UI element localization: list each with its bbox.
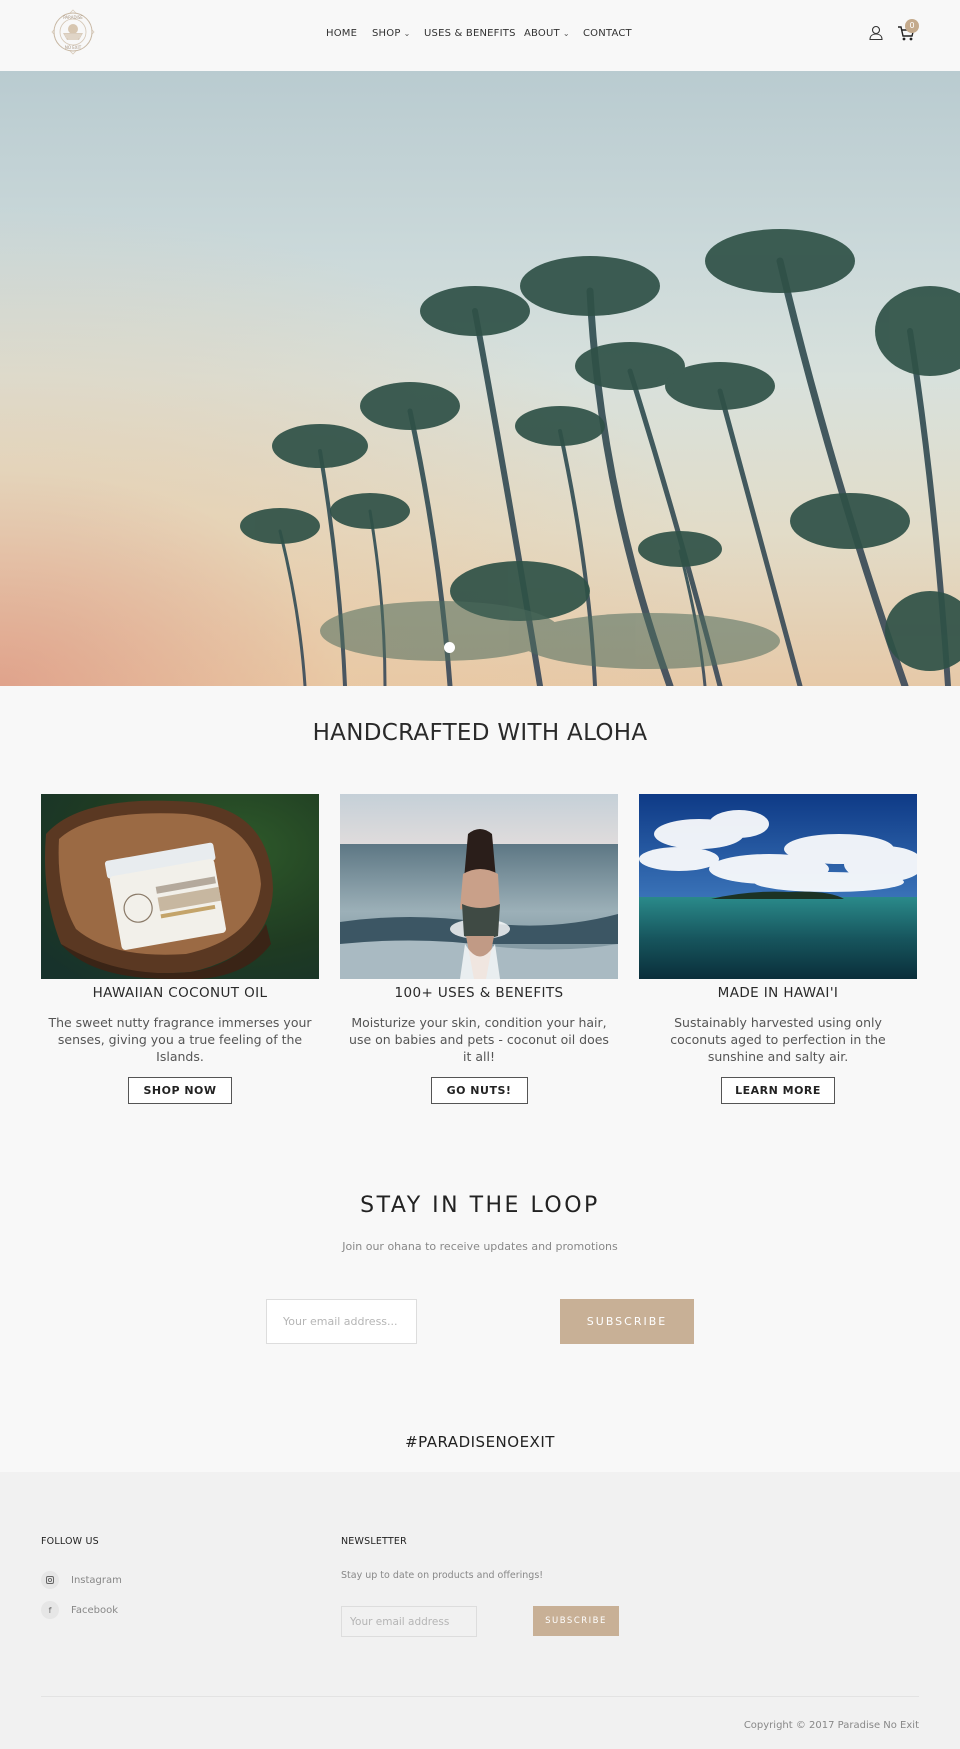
site-footer: FOLLOW US Instagram f Facebook NEWSLETTE… — [0, 1472, 960, 1749]
nav-shop-label: SHOP — [372, 28, 401, 39]
card-text: The sweet nutty fragrance immerses your … — [48, 1015, 312, 1064]
newsletter-subheading: Join our ohana to receive updates and pr… — [342, 1240, 618, 1253]
shop-now-button[interactable]: SHOP NOW — [128, 1077, 232, 1104]
social-link-instagram[interactable]: Instagram — [41, 1571, 122, 1589]
island-ocean-image — [639, 794, 917, 979]
instagram-icon — [41, 1571, 59, 1589]
nav-about[interactable]: ABOUT ⌄ — [524, 28, 570, 39]
svg-text:NO EXIT: NO EXIT — [65, 45, 82, 50]
chevron-down-icon: ⌄ — [562, 29, 570, 38]
follow-us-heading: FOLLOW US — [41, 1536, 99, 1547]
copyright-text: Copyright © 2017 Paradise No Exit — [743, 1720, 919, 1731]
palm-trees-image — [240, 229, 960, 686]
nav-contact[interactable]: CONTACT — [583, 28, 632, 39]
coconut-oil-image — [41, 794, 319, 979]
woman-in-ocean-image — [340, 794, 618, 979]
nav-home[interactable]: HOME — [326, 28, 357, 39]
brand-logo[interactable]: PARADISE NO EXIT — [48, 8, 98, 56]
feature-card-uses-benefits: 100+ USES & BENEFITS Moisturize your ski… — [340, 794, 618, 1104]
instagram-hashtag: #PARADISENOEXIT — [405, 1433, 555, 1451]
footer-newsletter-heading: NEWSLETTER — [341, 1536, 407, 1547]
footer-newsletter-text: Stay up to date on products and offering… — [341, 1570, 544, 1581]
features-heading: HANDCRAFTED WITH ALOHA — [312, 720, 648, 746]
nav-uses-label: USES & BENEFITS — [424, 28, 516, 39]
card-text: Sustainably harvested using only coconut… — [670, 1015, 886, 1064]
nav-home-label: HOME — [326, 28, 358, 39]
hero-banner — [0, 71, 960, 686]
card-title: MADE IN HAWAI'I — [717, 985, 839, 1001]
nav-uses-benefits[interactable]: USES & BENEFITS — [424, 28, 516, 39]
facebook-label: Facebook — [71, 1604, 118, 1616]
svg-text:PARADISE: PARADISE — [63, 15, 83, 20]
slider-dot-1[interactable] — [444, 642, 455, 653]
nav-contact-label: CONTACT — [583, 28, 632, 39]
newsletter-heading: STAY IN THE LOOP — [360, 1193, 600, 1218]
site-header: PARADISE NO EXIT HOME SHOP ⌄ USES & BENE… — [0, 0, 960, 70]
newsletter-email-input[interactable] — [266, 1299, 417, 1344]
feature-card-coconut-oil: HAWAIIAN COCONUT OIL The sweet nutty fra… — [41, 794, 319, 1104]
card-title: HAWAIIAN COCONUT OIL — [92, 985, 268, 1001]
footer-subscribe-button[interactable]: SUBSCRIBE — [533, 1606, 619, 1636]
nav-shop[interactable]: SHOP ⌄ — [372, 28, 410, 39]
user-icon[interactable] — [868, 25, 884, 41]
learn-more-button[interactable]: LEARN MORE — [721, 1077, 835, 1104]
card-text: Moisturize your skin, condition your hai… — [349, 1015, 609, 1064]
footer-email-input[interactable] — [341, 1606, 477, 1637]
newsletter-subscribe-button[interactable]: SUBSCRIBE — [560, 1299, 694, 1344]
social-link-facebook[interactable]: f Facebook — [41, 1601, 118, 1619]
cart-count-badge: 0 — [905, 19, 919, 33]
card-title: 100+ USES & BENEFITS — [394, 985, 564, 1001]
footer-divider — [41, 1696, 919, 1697]
nav-about-label: ABOUT — [524, 28, 560, 39]
logo-emblem-icon: PARADISE NO EXIT — [51, 9, 95, 55]
chevron-down-icon: ⌄ — [403, 29, 411, 38]
feature-card-made-in-hawaii: MADE IN HAWAI'I Sustainably harvested us… — [639, 794, 917, 1104]
go-nuts-button[interactable]: GO NUTS! — [430, 1077, 528, 1104]
instagram-label: Instagram — [71, 1574, 122, 1586]
facebook-icon: f — [41, 1601, 59, 1619]
